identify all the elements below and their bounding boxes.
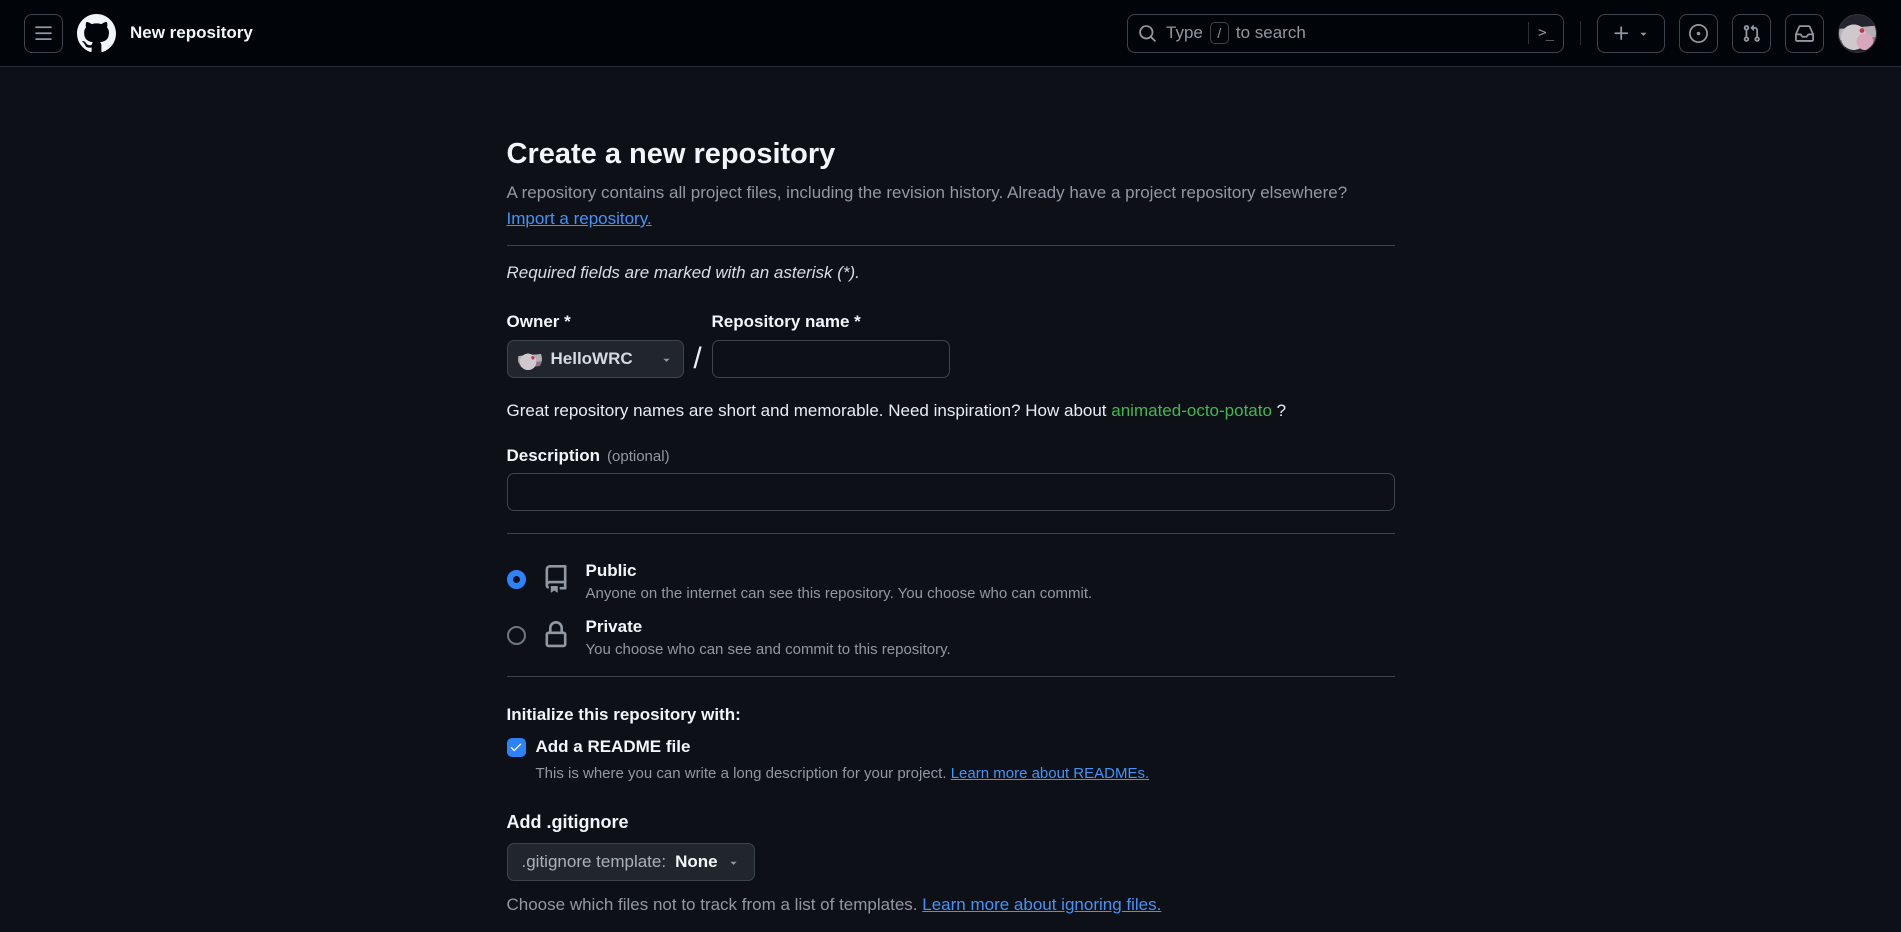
issues-button[interactable] xyxy=(1679,14,1718,53)
suggested-repo-name-link[interactable]: animated-octo-potato xyxy=(1111,401,1272,420)
owner-label: Owner * xyxy=(507,312,684,332)
issue-opened-icon xyxy=(1689,24,1708,43)
visibility-option-private[interactable]: Private You choose who can see and commi… xyxy=(507,616,1395,660)
page-intro: A repository contains all project files,… xyxy=(507,181,1395,204)
create-repository-page: Create a new repository A repository con… xyxy=(507,67,1395,932)
global-header: New repository Type / to search >_ xyxy=(0,0,1901,67)
learn-more-readmes-link[interactable]: Learn more about READMEs. xyxy=(951,765,1149,782)
command-palette-icon[interactable]: >_ xyxy=(1538,25,1553,41)
three-bars-icon xyxy=(34,24,53,43)
description-input[interactable] xyxy=(507,473,1395,511)
inbox-icon xyxy=(1795,24,1814,43)
github-logo-icon[interactable] xyxy=(77,14,116,53)
public-option-description: Anyone on the internet can see this repo… xyxy=(586,584,1093,604)
learn-more-ignoring-files-link[interactable]: Learn more about ignoring files. xyxy=(922,895,1161,914)
readme-checkbox[interactable] xyxy=(507,738,526,757)
repo-name-hint: Great repository names are short and mem… xyxy=(507,399,1395,422)
header-divider xyxy=(1580,21,1581,45)
gitignore-note: Choose which files not to track from a l… xyxy=(507,894,1395,916)
gitignore-heading: Add .gitignore xyxy=(507,810,1395,834)
user-avatar[interactable] xyxy=(1838,14,1877,53)
repository-name-label: Repository name * xyxy=(712,312,861,332)
header-context-title: New repository xyxy=(130,23,253,43)
search-placeholder: Type / to search xyxy=(1166,22,1519,44)
public-option-title: Public xyxy=(586,560,1093,581)
lock-icon xyxy=(542,621,570,649)
owner-avatar xyxy=(518,347,542,371)
check-icon xyxy=(509,740,523,754)
divider xyxy=(507,676,1395,677)
chevron-down-icon xyxy=(1637,27,1650,40)
owner-dropdown-value: HelloWRC xyxy=(551,349,633,369)
git-pull-request-icon xyxy=(1742,24,1761,43)
gitignore-template-dropdown[interactable]: .gitignore template: None xyxy=(507,843,755,881)
global-search-input[interactable]: Type / to search >_ xyxy=(1127,14,1564,53)
required-fields-note: Required fields are marked with an aster… xyxy=(507,262,1395,284)
description-optional-tag: (optional) xyxy=(607,448,670,465)
slash-keycap: / xyxy=(1210,22,1229,44)
divider xyxy=(507,533,1395,534)
create-new-button[interactable] xyxy=(1597,14,1665,53)
readme-checkbox-label: Add a README file xyxy=(536,737,691,757)
owner-repo-separator: / xyxy=(684,342,712,376)
gitignore-dropdown-value: None xyxy=(675,852,718,872)
page-title: Create a new repository xyxy=(507,136,1395,172)
divider xyxy=(507,245,1395,246)
public-option-text: Public Anyone on the internet can see th… xyxy=(586,560,1093,604)
plus-icon xyxy=(1612,24,1631,43)
gitignore-dropdown-label: .gitignore template: xyxy=(522,852,667,872)
search-inner-divider xyxy=(1528,22,1529,44)
private-radio[interactable] xyxy=(507,626,526,645)
pull-requests-button[interactable] xyxy=(1732,14,1771,53)
inbox-button[interactable] xyxy=(1785,14,1824,53)
label-gap xyxy=(684,312,712,332)
private-option-title: Private xyxy=(586,616,951,637)
owner-repo-controls-row: HelloWRC / xyxy=(507,340,1395,378)
chevron-down-icon xyxy=(727,856,740,869)
description-label: Description xyxy=(507,446,601,466)
description-label-row: Description (optional) xyxy=(507,446,1395,466)
private-option-description: You choose who can see and commit to thi… xyxy=(586,640,951,660)
repository-name-input[interactable] xyxy=(712,340,950,378)
repo-book-icon xyxy=(542,565,570,593)
visibility-option-public[interactable]: Public Anyone on the internet can see th… xyxy=(507,560,1395,604)
owner-repo-labels-row: Owner * Repository name * xyxy=(507,312,1395,332)
public-radio[interactable] xyxy=(507,570,526,589)
readme-checkbox-row[interactable]: Add a README file xyxy=(507,737,1395,757)
owner-dropdown[interactable]: HelloWRC xyxy=(507,340,684,378)
readme-note: This is where you can write a long descr… xyxy=(536,764,1395,784)
search-icon xyxy=(1138,24,1157,43)
import-repository-link[interactable]: Import a repository. xyxy=(507,209,652,228)
private-option-text: Private You choose who can see and commi… xyxy=(586,616,951,660)
initialize-heading: Initialize this repository with: xyxy=(507,703,1395,727)
chevron-down-icon xyxy=(660,353,673,366)
hamburger-menu-button[interactable] xyxy=(24,14,63,53)
